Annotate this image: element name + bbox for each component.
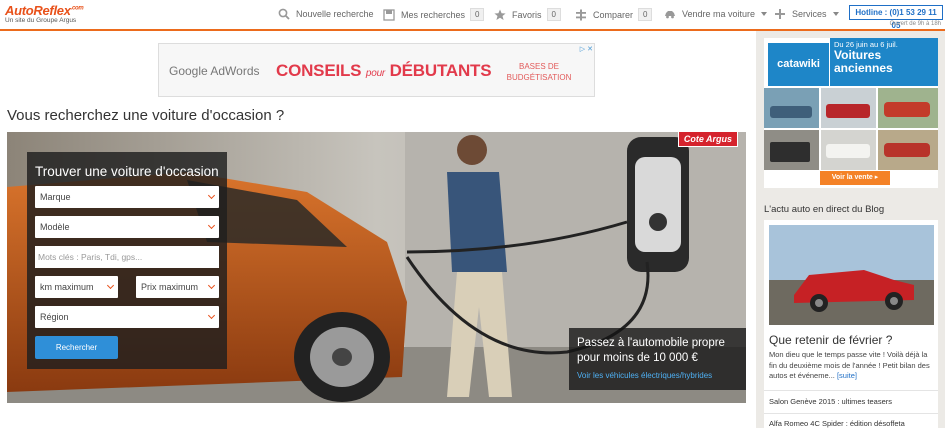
star-icon (494, 9, 506, 20)
promo-text: Passez à l'automobile propre pour moins … (577, 337, 725, 364)
brand-name: AutoReflex (5, 3, 71, 18)
nav-label: Services (792, 9, 827, 19)
blog-link-1[interactable]: Salon Genève 2015 : ultimes teasers (769, 397, 892, 406)
car-icon (665, 11, 675, 19)
nav-sell-car[interactable]: Vendre ma voiture (664, 8, 768, 20)
catawiki-cta-button[interactable]: Voir la vente ▸ (820, 171, 890, 185)
site-logo[interactable]: AutoReflex.com Un site du Groupe Argus (5, 3, 84, 24)
compare-count: 0 (638, 8, 653, 21)
ad-banner[interactable]: Google AdWords CONSEILS pour DÉBUTANTS B… (158, 43, 595, 97)
chevron-down-icon (207, 191, 216, 200)
brand-tagline: Un site du Groupe Argus (5, 17, 77, 24)
read-more-link[interactable]: [suite] (837, 371, 857, 380)
classic-cars-grid (764, 88, 938, 170)
ad-pour: pour (365, 68, 386, 79)
chevron-down-icon (832, 12, 839, 16)
chevron-down-icon (207, 311, 216, 320)
chevron-down-icon (207, 221, 216, 230)
km-select[interactable]: km maximum (35, 276, 118, 298)
ad-debutants: DÉBUTANTS (389, 61, 492, 80)
model-select[interactable]: Modèle (35, 216, 219, 238)
page-title: Vous recherchez une voiture d'occasion ? (7, 107, 285, 124)
nav-services[interactable]: Services (774, 8, 839, 20)
blog-post-image[interactable] (769, 225, 934, 325)
site-header: AutoReflex.com Un site du Groupe Argus N… (0, 0, 945, 31)
blog-heading: L'actu auto en direct du Blog (764, 204, 885, 215)
catawiki-logo: catawiki (768, 43, 829, 86)
cote-argus-badge[interactable]: Cote Argus (677, 132, 738, 147)
promo-box: Passez à l'automobile propre pour moins … (569, 328, 746, 390)
saved-search-count: 0 (470, 8, 485, 21)
nav-label: Comparer (593, 9, 634, 20)
km-select-value: km maximum (40, 282, 94, 292)
brand-select[interactable]: Marque (35, 186, 219, 208)
ad-conseils: CONSEILS (276, 61, 362, 80)
price-select[interactable]: Prix maximum (136, 276, 219, 298)
chevron-down-icon (207, 281, 216, 290)
favorites-count: 0 (546, 8, 561, 21)
catawiki-title-2: anciennes (834, 61, 893, 75)
divider (764, 390, 938, 391)
compare-icon (576, 9, 586, 20)
right-sidebar: catawiki Du 26 juin au 6 juil. Voitures … (756, 31, 945, 428)
search-icon (278, 8, 290, 20)
nav-new-search[interactable]: Nouvelle recherche (278, 8, 374, 20)
chevron-down-icon (761, 12, 768, 16)
ad-close-icon[interactable]: ▷ ✕ (580, 45, 593, 53)
brand-suffix: .com (70, 5, 84, 12)
search-panel: Trouver une voiture d'occasion Marque Mo… (27, 152, 227, 369)
plus-icon (775, 9, 785, 19)
divider (764, 413, 938, 414)
nav-my-searches[interactable]: Mes recherches 0 (383, 8, 485, 21)
blog-post-excerpt: Mon dieu que le temps passe vite ! Voilà… (769, 350, 934, 382)
hero-banner: Cote Argus Trouver une voiture d'occasio… (7, 132, 746, 403)
region-select[interactable]: Région (35, 306, 219, 328)
ad-subtext: BASES DE BUDGÉTISATION (506, 62, 572, 82)
nav-label: Favoris (512, 9, 542, 20)
blog-card: Que retenir de février ? Mon dieu que le… (764, 220, 938, 428)
blog-post-title[interactable]: Que retenir de février ? (769, 333, 892, 347)
catawiki-ad[interactable]: catawiki Du 26 juin au 6 juil. Voitures … (764, 38, 938, 188)
region-select-value: Région (40, 312, 69, 322)
nav-compare[interactable]: Comparer 0 (575, 8, 653, 21)
brand-select-value: Marque (40, 192, 71, 202)
price-select-value: Prix maximum (141, 282, 199, 292)
ad-headline: CONSEILS pour DÉBUTANTS (276, 61, 492, 81)
search-heading: Trouver une voiture d'occasion (35, 164, 219, 179)
hotline-button[interactable]: Hotline : (0)1 53 29 11 05 (849, 5, 943, 30)
nav-label: Vendre ma voiture (682, 9, 756, 19)
chevron-down-icon (106, 281, 115, 290)
keywords-input[interactable]: Mots clés : Paris, Tdi, gps... (35, 246, 219, 268)
nav-label: Nouvelle recherche (296, 9, 374, 19)
promo-link[interactable]: Voir les véhicules électriques/hybrides (577, 371, 738, 380)
nav-label: Mes recherches (401, 9, 466, 20)
nav-favorites[interactable]: Favoris 0 (494, 8, 561, 21)
model-select-value: Modèle (40, 222, 70, 232)
saved-search-icon (383, 8, 395, 21)
blog-link-2[interactable]: Alfa Romeo 4C Spider : édition désoffeta (769, 419, 905, 428)
opening-hours: Ouvert de 9h à 18h (889, 21, 941, 27)
search-button[interactable]: Rechercher (35, 336, 118, 359)
adwords-label: Google AdWords (169, 64, 260, 78)
